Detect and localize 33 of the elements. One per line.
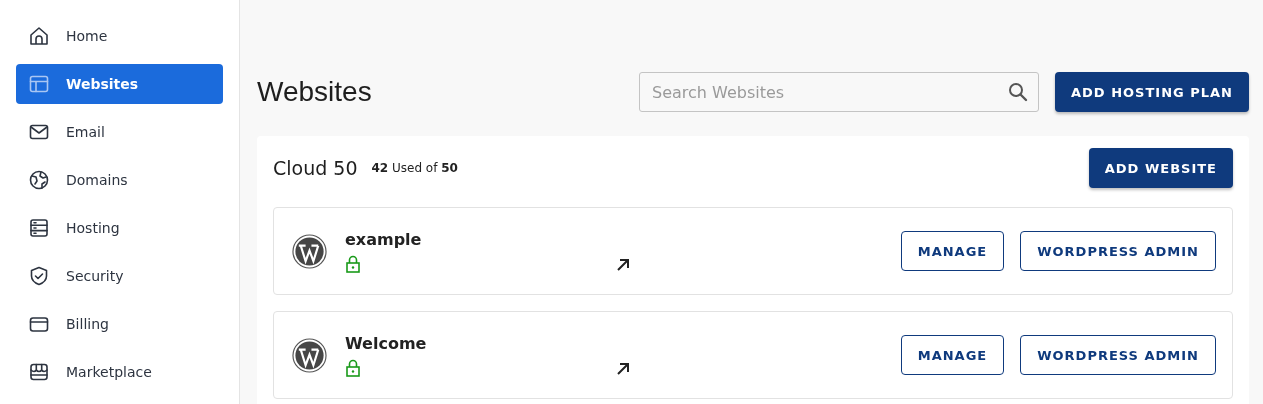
website-name: example [345,229,423,249]
search-field[interactable]: Search Websites [639,72,1039,112]
store-icon [28,361,50,383]
sidebar-item[interactable]: Home [16,16,223,56]
sidebar-item[interactable]: Security [16,256,223,296]
lock-icon [345,358,361,377]
usage-text: 42 Used of 50 [371,161,459,175]
add-hosting-plan-button[interactable]: ADD HOSTING PLAN [1055,72,1249,112]
sidebar-item[interactable]: Marketplace [16,352,223,392]
globe-icon [28,169,50,191]
plan-name: Cloud 50 [273,157,358,179]
sidebar-item[interactable]: Email [16,112,223,152]
lock-icon [345,254,361,273]
server-icon [28,217,50,239]
page-title: Websites [257,76,373,108]
wordpress-icon [292,233,327,269]
wordpress-admin-button[interactable]: WORDPRESS ADMIN [1020,231,1216,271]
sidebar-item[interactable]: Websites [16,64,223,104]
add-website-button[interactable]: ADD WEBSITE [1088,148,1233,188]
sidebar-item[interactable]: Domains [16,160,223,200]
search-icon [1007,81,1029,103]
wordpress-admin-button[interactable]: WORDPRESS ADMIN [1020,335,1216,375]
sidebar-item[interactable]: Hosting [16,208,223,248]
external-link-icon[interactable] [615,361,631,377]
manage-button[interactable]: MANAGE [900,335,1005,375]
website-name: Welcome [345,333,428,353]
home-icon [28,25,50,47]
external-link-icon[interactable] [615,257,631,273]
manage-button[interactable]: MANAGE [900,231,1005,271]
shield-icon [28,265,50,287]
sidebar-item[interactable]: Billing [16,304,223,344]
wordpress-icon [292,337,327,373]
layout-icon [28,73,50,95]
